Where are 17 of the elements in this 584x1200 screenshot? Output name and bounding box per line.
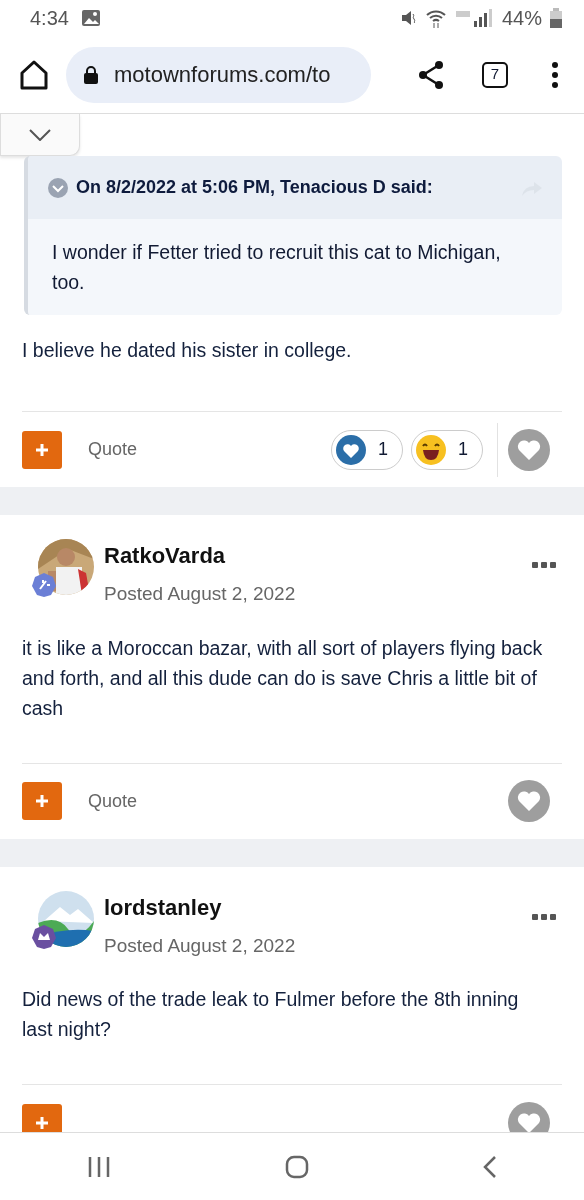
- address-bar[interactable]: motownforums.com/to: [66, 46, 371, 103]
- post-text: Did news of the trade leak to Fulmer before the 8th inning last night?: [22, 987, 520, 1042]
- author-name[interactable]: lordstanley: [104, 890, 296, 924]
- author-name[interactable]: RatkoVarda: [104, 539, 296, 572]
- post-date: Posted August 2, 2022: [104, 582, 296, 606]
- post-text: I believe he dated his sister in college.: [22, 338, 353, 363]
- status-time: 4:34: [30, 6, 69, 31]
- post-date: Posted August 2, 2022: [104, 933, 296, 958]
- quote-text: I wonder if Fetter tried to recruit this cat to Michigan, too.: [28, 219, 562, 315]
- reaction-count[interactable]: 1: [411, 429, 483, 470]
- quote-button[interactable]: Quote: [88, 787, 138, 815]
- reaction-count[interactable]: 1: [330, 429, 403, 470]
- post-text: it is like a Moroccan bazar, with all sort of players flying back and forth, and all this dude can do is save Chris a little bit of cash: [22, 635, 544, 721]
- battery-level: 44%: [501, 6, 542, 31]
- quote-button[interactable]: Quote: [88, 436, 138, 463]
- tab-count[interactable]: 7: [482, 61, 508, 88]
- quote-header: On 8/2/2022 at 5:06 PM, Tenacious D said:: [76, 176, 434, 199]
